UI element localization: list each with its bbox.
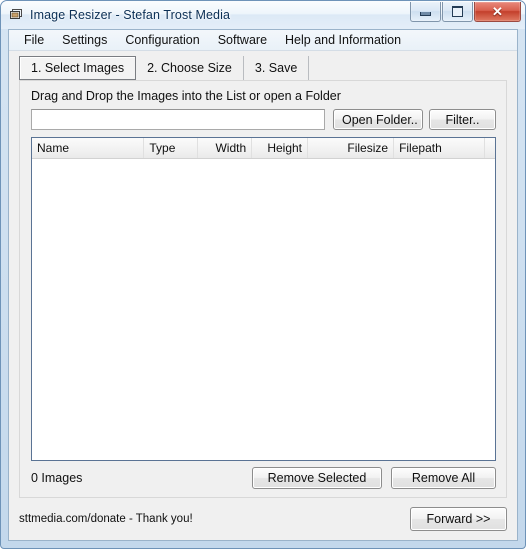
column-header-filesize[interactable]: Filesize <box>308 138 395 158</box>
maximize-icon <box>452 6 463 17</box>
menu-item-help-and-information[interactable]: Help and Information <box>276 31 410 50</box>
remove-all-button[interactable]: Remove All <box>391 467 496 489</box>
application-window: Image Resizer - Stefan Trost Media ✕ Fil… <box>0 0 526 549</box>
tab-save[interactable]: 3. Save <box>244 56 310 80</box>
title-bar: Image Resizer - Stefan Trost Media ✕ <box>1 1 525 29</box>
forward-button[interactable]: Forward >> <box>410 507 507 531</box>
tab-strip: 1. Select Images 2. Choose Size 3. Save <box>19 56 507 80</box>
menu-item-configuration[interactable]: Configuration <box>116 31 208 50</box>
menu-item-software[interactable]: Software <box>209 31 276 50</box>
column-header-height[interactable]: Height <box>252 138 308 158</box>
select-images-panel: Drag and Drop the Images into the List o… <box>19 80 507 498</box>
stacked-images-icon <box>8 7 24 23</box>
open-folder-button[interactable]: Open Folder.. <box>333 109 423 130</box>
column-header-name[interactable]: Name <box>32 138 145 158</box>
image-list-body[interactable] <box>32 159 495 460</box>
remove-selected-button[interactable]: Remove Selected <box>252 467 382 489</box>
column-header-width[interactable]: Width <box>198 138 253 158</box>
donate-link-text[interactable]: sttmedia.com/donate - Thank you! <box>19 513 193 525</box>
minimize-button[interactable] <box>410 2 441 22</box>
image-count-label: 0 Images <box>31 471 83 485</box>
path-row: Open Folder.. Filter.. <box>31 109 496 130</box>
tab-choose-size[interactable]: 2. Choose Size <box>136 56 244 80</box>
list-actions-row: 0 Images Remove Selected Remove All <box>31 467 496 489</box>
menu-bar: File Settings Configuration Software Hel… <box>9 30 517 51</box>
menu-item-file[interactable]: File <box>15 31 53 50</box>
close-button[interactable]: ✕ <box>474 2 521 22</box>
close-icon: ✕ <box>492 4 503 19</box>
column-header-filepath[interactable]: Filepath <box>394 138 485 158</box>
status-bar: sttmedia.com/donate - Thank you! Forward… <box>19 506 507 532</box>
filter-button[interactable]: Filter.. <box>429 109 496 130</box>
window-title: Image Resizer - Stefan Trost Media <box>30 8 231 22</box>
menu-item-settings[interactable]: Settings <box>53 31 116 50</box>
tab-select-images[interactable]: 1. Select Images <box>19 56 137 80</box>
minimize-icon <box>420 11 431 16</box>
client-area: File Settings Configuration Software Hel… <box>8 29 518 541</box>
column-header-filler[interactable] <box>485 138 495 158</box>
window-controls: ✕ <box>409 2 521 22</box>
drag-drop-hint: Drag and Drop the Images into the List o… <box>31 89 341 103</box>
image-list-header: Name Type Width Height Filesize Filepath <box>32 138 495 159</box>
column-header-type[interactable]: Type <box>144 138 199 158</box>
maximize-button[interactable] <box>442 2 473 22</box>
folder-path-input[interactable] <box>31 109 325 130</box>
image-list[interactable]: Name Type Width Height Filesize Filepath <box>31 137 496 461</box>
